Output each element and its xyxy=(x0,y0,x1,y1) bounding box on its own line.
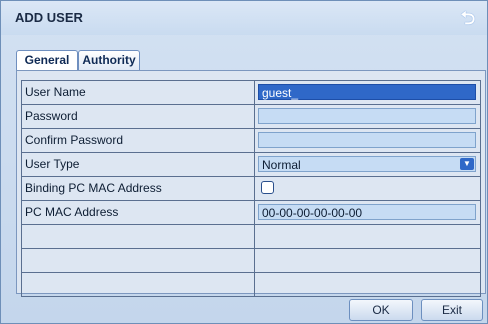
tab-authority[interactable]: Authority xyxy=(78,50,140,70)
ok-button[interactable]: OK xyxy=(349,299,413,321)
user-type-value: Normal xyxy=(262,158,301,172)
empty-row xyxy=(22,225,481,249)
row-user-name: User Name guest_ xyxy=(22,81,481,105)
add-user-dialog: ADD USER ⮌ General Authority User Name g… xyxy=(0,0,488,324)
tab-general[interactable]: General xyxy=(16,50,78,71)
form-grid: User Name guest_ Password Confirm Passwo… xyxy=(21,80,481,297)
password-label: Password xyxy=(22,105,255,128)
row-password: Password xyxy=(22,105,481,129)
user-type-label: User Type xyxy=(22,153,255,176)
back-arrow-icon[interactable]: ⮌ xyxy=(457,7,479,29)
empty-row xyxy=(22,249,481,273)
row-pc-mac: PC MAC Address 00-00-00-00-00-00 xyxy=(22,201,481,225)
row-user-type: User Type Normal ▼ xyxy=(22,153,481,177)
pc-mac-label: PC MAC Address xyxy=(22,201,255,224)
row-confirm-password: Confirm Password xyxy=(22,129,481,153)
chevron-down-icon[interactable]: ▼ xyxy=(460,158,474,170)
confirm-password-label: Confirm Password xyxy=(22,129,255,152)
binding-mac-checkbox[interactable] xyxy=(261,181,274,194)
user-name-input[interactable]: guest_ xyxy=(258,84,476,100)
user-type-select[interactable]: Normal ▼ xyxy=(258,156,476,172)
password-input[interactable] xyxy=(258,108,476,124)
binding-mac-label: Binding PC MAC Address xyxy=(22,177,255,200)
title-bar: ADD USER ⮌ xyxy=(1,1,487,35)
user-name-label: User Name xyxy=(22,81,255,104)
confirm-password-input[interactable] xyxy=(258,132,476,148)
dialog-title: ADD USER xyxy=(15,10,83,25)
row-binding-mac: Binding PC MAC Address xyxy=(22,177,481,201)
pc-mac-input[interactable]: 00-00-00-00-00-00 xyxy=(258,204,476,220)
exit-button[interactable]: Exit xyxy=(421,299,483,321)
empty-row xyxy=(22,273,481,297)
general-panel: User Name guest_ Password Confirm Passwo… xyxy=(16,70,486,297)
